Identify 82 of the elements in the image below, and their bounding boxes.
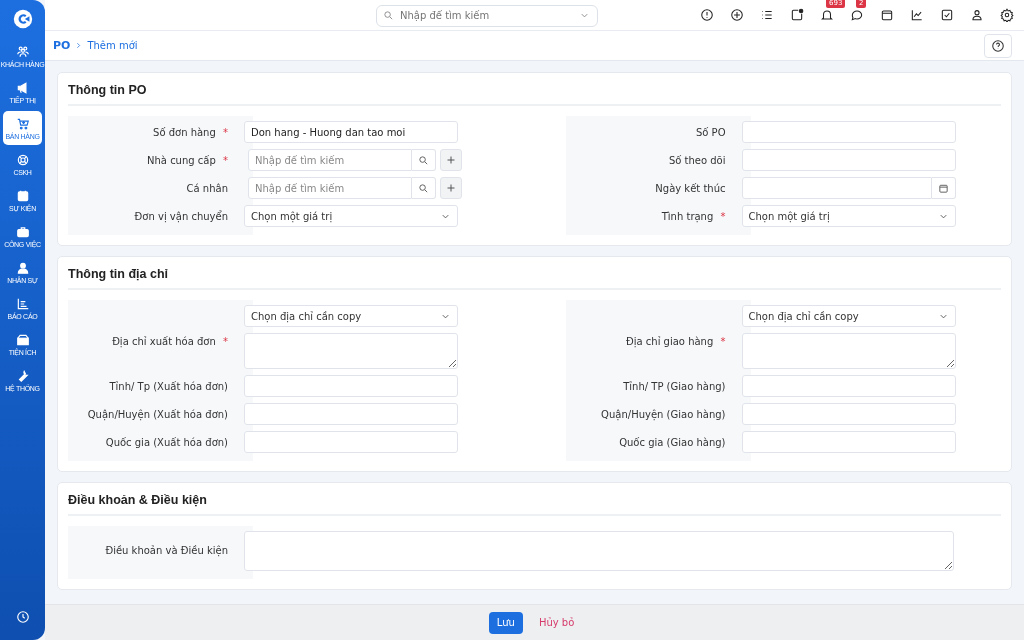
required-mark: * [223, 126, 228, 138]
date-field[interactable] [741, 177, 932, 199]
field-label: Quốc gia (Giao hàng) [619, 436, 726, 448]
search-icon [418, 182, 429, 194]
field-label: Số theo dõi [668, 154, 726, 166]
field-label: Địa chỉ xuất hóa đơn [112, 336, 216, 347]
people-icon [15, 44, 30, 59]
history-icon[interactable] [15, 610, 30, 624]
field-label: Tỉnh/ TP (Giao hàng) [623, 380, 726, 392]
cart-icon [15, 116, 30, 131]
calendar-icon[interactable] [880, 8, 894, 22]
add-button[interactable] [440, 149, 462, 171]
search-button[interactable] [412, 177, 436, 199]
person-icon [15, 260, 30, 275]
chevron-right-icon [74, 41, 84, 50]
search-field[interactable]: Nhập để tìm kiếm [376, 4, 598, 27]
field-label: Quốc gia (Xuất hóa đơn) [105, 436, 228, 448]
chart-icon[interactable] [910, 8, 924, 22]
bell-icon[interactable] [820, 8, 834, 22]
field-label: Tỉnh/ Tp (Xuất hóa đơn) [109, 380, 228, 392]
text-field[interactable] [741, 121, 956, 143]
lookup-field[interactable]: Nhập để tìm kiếm [248, 149, 412, 171]
alert-icon[interactable] [700, 8, 714, 22]
field-label: Ngày kết thúc [655, 182, 726, 194]
field-label: Quận/Huyện (Giao hàng) [601, 408, 726, 420]
search-icon [383, 9, 394, 21]
settings-icon[interactable] [1000, 8, 1014, 22]
calendar-icon [15, 188, 30, 203]
field-label: Đơn vị vận chuyển [134, 210, 228, 222]
section-title: Điều khoản & Điều kiện [68, 483, 1001, 516]
add-icon[interactable] [730, 8, 744, 22]
lookup-field[interactable]: Nhập để tìm kiếm [248, 177, 412, 199]
section-title: Thông tin PO [68, 73, 1001, 106]
field-label: Cá nhân [186, 182, 228, 194]
lifebuoy-icon [15, 152, 30, 167]
section-title: Thông tin địa chỉ [68, 257, 1001, 290]
report-icon [15, 296, 30, 311]
field-label: Quận/Huyện (Xuất hóa đơn) [87, 408, 228, 420]
box-icon [15, 332, 30, 347]
add-button[interactable] [440, 177, 462, 199]
select-field[interactable]: Chọn một giá trị [741, 205, 956, 227]
field-label: Nhà cung cấp [147, 154, 216, 166]
breadcrumb-link[interactable]: Thêm mới [87, 40, 138, 51]
field-label: Số đơn hàng [153, 126, 216, 138]
plus-icon [445, 182, 457, 194]
required-mark: * [720, 210, 726, 222]
calendar-icon [937, 182, 949, 194]
text-field[interactable] [741, 431, 956, 453]
text-field[interactable] [741, 149, 956, 171]
text-field[interactable] [244, 403, 458, 425]
help-icon [991, 38, 1005, 53]
select-field[interactable]: Chọn một giá trị [244, 205, 458, 227]
required-mark: * [720, 336, 726, 347]
select-field[interactable]: Chọn địa chỉ cần copy [741, 305, 956, 327]
breadcrumb-link[interactable]: PO [53, 39, 71, 52]
megaphone-icon [15, 80, 30, 95]
logo-icon [11, 8, 34, 30]
text-field[interactable] [244, 431, 458, 453]
field-label: Số PO [695, 126, 726, 138]
checkbox-icon[interactable] [940, 8, 954, 22]
briefcase-icon [15, 224, 30, 239]
select-field[interactable]: Chọn địa chỉ cần copy [244, 305, 458, 327]
plus-icon [445, 154, 457, 166]
text-field[interactable] [741, 403, 956, 425]
calendar-button[interactable] [931, 177, 956, 199]
cancel-button[interactable]: Hủy bỏ [532, 616, 581, 629]
field-label: Điều khoản và Điều kiện [105, 545, 228, 556]
save-button[interactable]: Lưu [488, 611, 523, 634]
field-label: Địa chỉ giao hàng [625, 336, 714, 347]
search-icon [418, 154, 429, 166]
text-field[interactable] [244, 375, 458, 397]
text-field[interactable]: Don hang - Huong dan tao moi [244, 121, 458, 143]
required-mark: * [223, 336, 228, 347]
chat-icon[interactable] [850, 8, 864, 22]
user-icon[interactable] [970, 8, 984, 22]
search-button[interactable] [412, 149, 436, 171]
notification-icon[interactable] [790, 8, 804, 22]
help-button[interactable] [984, 33, 1012, 58]
text-field[interactable] [741, 375, 956, 397]
required-mark: * [223, 154, 228, 166]
list-icon[interactable] [760, 8, 774, 22]
field-label: Tình trạng [661, 210, 714, 222]
